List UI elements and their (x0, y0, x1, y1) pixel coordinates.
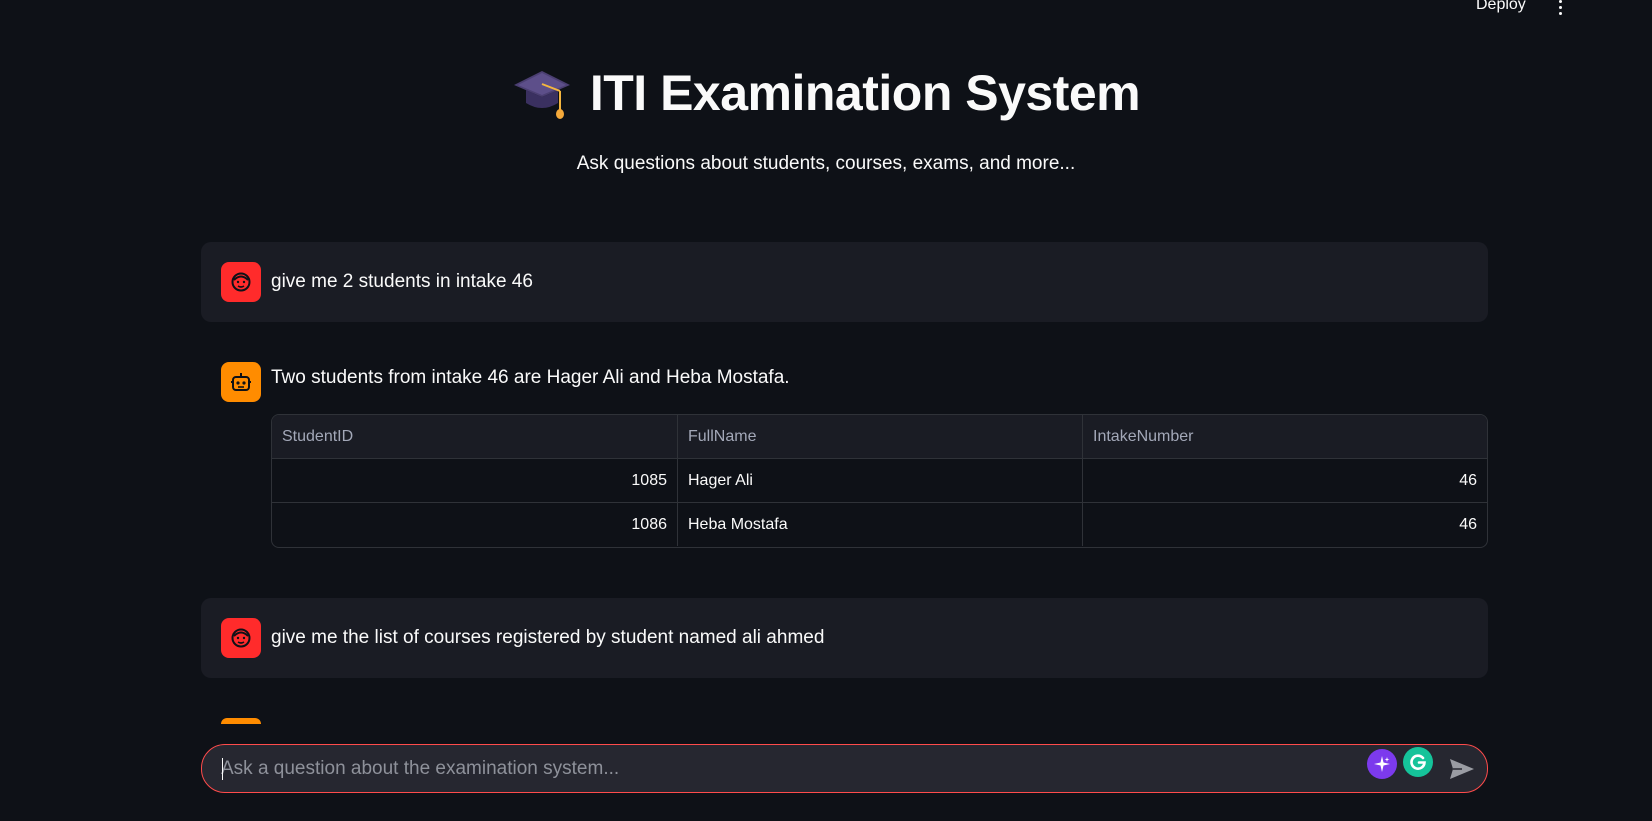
column-header-intakenumber[interactable]: IntakeNumber (1083, 415, 1487, 458)
message-text: Two students from intake 46 are Hager Al… (271, 367, 790, 388)
table-header-row: StudentID FullName IntakeNumber (272, 415, 1487, 459)
results-table[interactable]: StudentID FullName IntakeNumber 1085 Hag… (271, 414, 1488, 548)
send-icon[interactable] (1448, 756, 1476, 782)
table-row: 1085 Hager Ali 46 (272, 459, 1487, 503)
table-cell[interactable]: 1086 (272, 503, 678, 546)
app-header: Deploy (0, 0, 1652, 16)
chat-message-user: give me 2 students in intake 46 (201, 242, 1488, 322)
message-text: give me the list of courses registered b… (271, 627, 825, 648)
message-text: give me 2 students in intake 46 (271, 271, 533, 292)
column-header-studentid[interactable]: StudentID (272, 415, 678, 458)
page-title: ITI Examination System (589, 65, 1141, 121)
robot-icon (221, 718, 261, 724)
graduation-cap-icon (513, 71, 570, 119)
page-subtitle: Ask questions about students, courses, e… (576, 153, 1076, 174)
table-cell[interactable]: Heba Mostafa (678, 503, 1083, 546)
more-vertical-icon[interactable] (1554, 0, 1566, 15)
table-row: 1086 Heba Mostafa 46 (272, 503, 1487, 546)
deploy-button[interactable]: Deploy (1476, 0, 1526, 14)
sparkle-icon[interactable] (1367, 749, 1397, 779)
user-face-icon (221, 262, 261, 302)
page-header: ITI Examination System (0, 64, 1652, 122)
text-caret (222, 758, 223, 780)
chat-input[interactable] (221, 745, 1361, 792)
table-cell[interactable]: 46 (1083, 503, 1487, 546)
table-cell[interactable]: Hager Ali (678, 459, 1083, 502)
chat-message-user: give me the list of courses registered b… (201, 598, 1488, 678)
column-header-fullname[interactable]: FullName (678, 415, 1083, 458)
chat-input-container (201, 744, 1488, 793)
grammarly-icon[interactable] (1403, 747, 1433, 777)
robot-icon (221, 362, 261, 402)
table-cell[interactable]: 1085 (272, 459, 678, 502)
user-face-icon (221, 618, 261, 658)
table-cell[interactable]: 46 (1083, 459, 1487, 502)
